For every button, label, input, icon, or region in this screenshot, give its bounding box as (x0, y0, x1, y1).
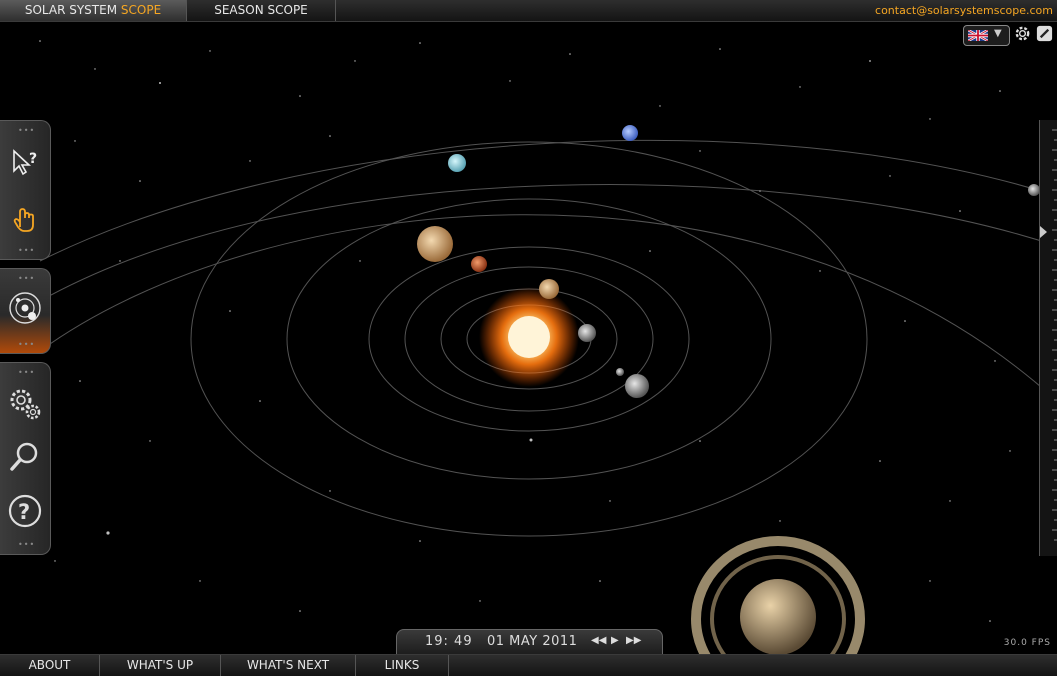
tab-about[interactable]: ABOUT (0, 655, 100, 676)
svg-text:?: ? (29, 151, 37, 167)
earth-icon[interactable] (625, 374, 649, 398)
panel-grip: ••• (18, 340, 36, 349)
tab-whats-next[interactable]: WHAT'S NEXT (221, 655, 356, 676)
language-selector[interactable]: ▼ (963, 25, 1010, 46)
panel-grip: ••• (18, 540, 36, 549)
current-date: 01 MAY 2011 (487, 634, 578, 649)
sun-core (508, 316, 550, 358)
view-mode-panel: ••• ••• (0, 268, 51, 354)
panel-grip: ••• (18, 246, 36, 255)
contact-link[interactable]: contact@solarsystemscope.com (875, 0, 1053, 21)
play-button[interactable]: ▶ (611, 635, 619, 646)
mercury-icon[interactable] (578, 324, 596, 342)
bottom-bar: ABOUT WHAT'S UP WHAT'S NEXT LINKS (0, 654, 1057, 676)
mars-icon[interactable] (471, 256, 487, 272)
tab-links[interactable]: LINKS (356, 655, 449, 676)
tab-label-main: SOLAR SYSTEM (24, 3, 118, 17)
panel-grip: ••• (18, 368, 36, 377)
solar-system-view[interactable] (0, 21, 1057, 654)
uranus-icon[interactable] (448, 154, 466, 172)
rewind-button[interactable]: ◀◀ (591, 635, 606, 646)
fullscreen-icon[interactable] (1035, 24, 1054, 43)
panel-grip: ••• (18, 274, 36, 283)
solar-system-icon[interactable] (6, 289, 44, 327)
options-panel: ••• ? ••• (0, 362, 51, 555)
moon-icon[interactable] (616, 368, 624, 376)
top-bar: SOLAR SYSTEM SCOPE SEASON SCOPE contact@… (0, 0, 1057, 22)
jupiter-icon[interactable] (417, 226, 453, 262)
chevron-down-icon: ▼ (994, 28, 1002, 39)
zoom-handle[interactable] (1040, 226, 1047, 238)
tab-season-scope[interactable]: SEASON SCOPE (187, 0, 336, 21)
panel-grip: ••• (18, 126, 36, 135)
tab-label-accent: SCOPE (120, 3, 162, 17)
tab-whats-up[interactable]: WHAT'S UP (100, 655, 221, 676)
fps-counter: 30.0 FPS (1003, 638, 1051, 648)
pointer-tools-panel: ••• ? ••• (0, 120, 51, 260)
hand-icon[interactable] (6, 199, 44, 237)
tab-solar-system-scope[interactable]: SOLAR SYSTEM SCOPE (0, 0, 187, 21)
venus-icon[interactable] (539, 279, 559, 299)
neptune-icon[interactable] (622, 125, 638, 141)
search-icon[interactable] (6, 438, 44, 476)
gear-icon[interactable] (1013, 24, 1032, 43)
uk-flag-icon (968, 30, 988, 41)
time-control-bar: 19: 49 01 MAY 2011 ◀◀ ▶ ▶▶ (396, 629, 663, 655)
svg-text:?: ? (18, 500, 30, 524)
pointer-help-icon[interactable]: ? (6, 143, 44, 181)
fast-forward-button[interactable]: ▶▶ (626, 635, 641, 646)
zoom-scale (1040, 129, 1057, 541)
saturn-icon[interactable] (691, 536, 865, 654)
zoom-ruler[interactable] (1039, 120, 1057, 556)
help-icon[interactable]: ? (6, 492, 44, 530)
orbit-canvas[interactable] (0, 21, 1057, 654)
current-time: 19: 49 (425, 634, 473, 649)
settings-gears-icon[interactable] (6, 385, 44, 423)
